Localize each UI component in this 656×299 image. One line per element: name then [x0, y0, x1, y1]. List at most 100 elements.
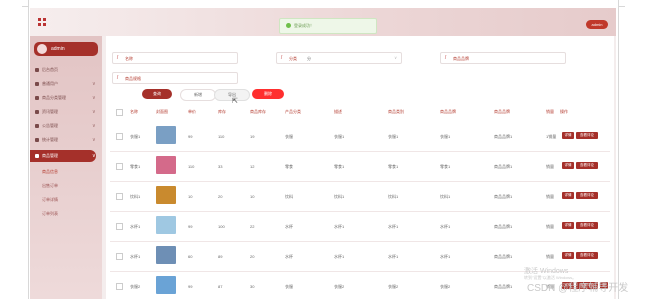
delete-button[interactable]: 删除 [252, 89, 284, 99]
cell-qty: 10 [250, 194, 255, 199]
cell-cat: 饮料 [285, 194, 293, 199]
view-comments-button[interactable]: 查看评论 [576, 192, 598, 199]
sidebar-item-notice[interactable]: 公告管理 ∨ [30, 120, 102, 132]
pin-icon: ∫ [117, 54, 119, 59]
sidebar-item-stats[interactable]: 统计管理 ∨ [30, 134, 102, 146]
admin-window: 登录成功！ admin admin 后台首页 普通用户 ∨ 商品分类管理 ∨ 资… [30, 8, 616, 299]
row-checkbox[interactable] [116, 253, 123, 260]
main-content: ∫ 名称 ∫ 分类 分 ∨ ∫ 商品品牌 ∫ 商品规格 查询 新增 导出 删除 … [106, 36, 614, 299]
list-icon [35, 96, 39, 100]
chevron-down-icon: ∨ [394, 55, 397, 60]
name-label: 名称 [125, 56, 133, 61]
sidebar-sub-goods-info[interactable]: 商品信息 [42, 169, 58, 175]
page-left-border [28, 0, 29, 299]
product-thumbnail [156, 186, 176, 204]
sidebar-item-users[interactable]: 普通用户 ∨ [30, 78, 102, 90]
sidebar-item-label: 商品分类管理 [42, 95, 66, 100]
user-icon [35, 82, 39, 86]
chevron-down-icon: ∨ [92, 95, 96, 101]
detail-button[interactable]: 详情 [562, 222, 574, 229]
sidebar-item-label: 普通用户 [42, 81, 58, 86]
user-menu[interactable]: admin [586, 20, 608, 29]
cell-cat: 衣服 [285, 284, 293, 289]
sidebar-item-home[interactable]: 后台首页 [30, 64, 102, 76]
row-checkbox[interactable] [116, 133, 123, 140]
cell-cat: 零食 [285, 164, 293, 169]
product-thumbnail [156, 216, 176, 234]
view-comments-button[interactable]: 查看评论 [576, 162, 598, 169]
cell-name: 饮料1 [130, 194, 141, 199]
detail-button[interactable]: 详情 [562, 132, 574, 139]
query-button[interactable]: 查询 [142, 89, 172, 99]
col-header: 产品分类 [285, 109, 301, 114]
cell-stock: 20 [218, 194, 223, 199]
cell-qty: 20 [250, 254, 255, 259]
news-icon [35, 110, 39, 114]
cell-stock: 87 [218, 284, 223, 289]
table-row: 零食1 110 33 12 零食 零食1 零食1 零食1 商品品牌1 销量 详情 查看评论 [110, 151, 610, 182]
page-corner-top [22, 6, 28, 7]
col-header: 封面图 [156, 109, 168, 114]
cell-brand2: 商品品牌1 [494, 134, 513, 139]
avatar [37, 44, 47, 54]
sidebar: admin 后台首页 普通用户 ∨ 商品分类管理 ∨ 资讯管理 ∨ 公告管理 ∨ [30, 36, 102, 299]
cell-type: 衣服1 [388, 134, 399, 139]
pin-icon: ∫ [117, 74, 119, 79]
detail-button[interactable]: 详情 [562, 162, 574, 169]
sidebar-item-goods[interactable]: 商品管理 ∨ [30, 150, 96, 162]
view-comments-button[interactable]: 查看评论 [576, 252, 598, 259]
col-header: 单价 [188, 109, 196, 114]
cell-brand1: 饮料1 [440, 194, 451, 199]
chevron-up-icon: ∨ [92, 153, 96, 159]
page-right-border [618, 0, 619, 299]
name-search-field[interactable]: ∫ 名称 [112, 52, 238, 64]
category-select[interactable]: ∫ 分类 分 ∨ [276, 52, 402, 64]
cell-brand1: 零食1 [440, 164, 451, 169]
sidebar-sub-sale-orders[interactable]: 出售订单 [42, 183, 58, 189]
sidebar-item-news[interactable]: 资讯管理 ∨ [30, 106, 102, 118]
row-checkbox[interactable] [116, 163, 123, 170]
category-label: 分类 [289, 56, 297, 61]
csdn-watermark: CSDN @程序辅导开发 [527, 283, 629, 294]
row-checkbox[interactable] [116, 223, 123, 230]
row-checkbox[interactable] [116, 193, 123, 200]
col-header: 商品类别 [388, 109, 404, 114]
cell-cat: 水杯 [285, 224, 293, 229]
cell-type: 零食1 [388, 164, 399, 169]
mouse-cursor-icon: ⇱ [232, 98, 238, 105]
cell-name: 水杯1 [130, 224, 141, 229]
sidebar-item-label: 资讯管理 [42, 109, 58, 114]
top-bar: 登录成功！ admin [30, 8, 616, 36]
detail-button[interactable]: 详情 [562, 192, 574, 199]
brand-search-field[interactable]: ∫ 商品品牌 [440, 52, 566, 64]
cell-stock: 110 [218, 134, 225, 139]
row-checkbox[interactable] [116, 283, 123, 290]
sidebar-sub-order-detail[interactable]: 订单详情 [42, 197, 58, 203]
chevron-down-icon: ∨ [92, 81, 96, 87]
col-header: 操作 [560, 109, 568, 114]
chart-icon [35, 138, 39, 142]
toast-text: 登录成功！ [294, 23, 314, 28]
select-all-checkbox[interactable] [116, 109, 123, 116]
cell-stock: 33 [218, 164, 223, 169]
grid-icon[interactable] [38, 18, 46, 26]
pin-icon: ∫ [445, 54, 447, 59]
cell-sales: 1销量 [546, 134, 557, 139]
cell-price: 110 [188, 164, 195, 169]
cell-type: 衣服2 [388, 284, 399, 289]
view-comments-button[interactable]: 查看评论 [576, 132, 598, 139]
spec-search-field[interactable]: ∫ 商品规格 [112, 72, 238, 84]
sidebar-user: admin [34, 42, 98, 56]
add-button[interactable]: 新增 [180, 89, 216, 101]
sidebar-item-category[interactable]: 商品分类管理 ∨ [30, 92, 102, 104]
cell-name: 零食1 [130, 164, 141, 169]
cell-brand2: 商品品牌1 [494, 254, 513, 259]
cell-brand2: 商品品牌1 [494, 194, 513, 199]
page-corner-top-right [619, 6, 625, 7]
cell-name: 衣服1 [130, 134, 141, 139]
detail-button[interactable]: 详情 [562, 252, 574, 259]
view-comments-button[interactable]: 查看评论 [576, 222, 598, 229]
sidebar-sub-order-list[interactable]: 订单列表 [42, 211, 58, 217]
cell-brand1: 衣服2 [440, 284, 451, 289]
cell-type: 水杯1 [388, 224, 399, 229]
